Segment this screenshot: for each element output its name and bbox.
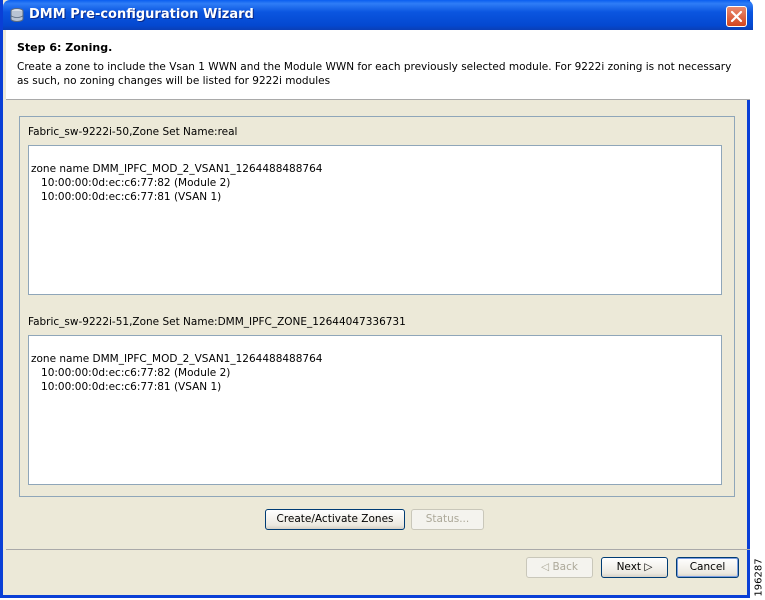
step-header: Step 6: Zoning. Create a zone to include… (6, 30, 750, 100)
fabric-label: Fabric_sw-9222i-51,Zone Set Name:DMM_IPF… (28, 316, 406, 328)
create-activate-zones-button[interactable]: Create/Activate Zones (265, 509, 405, 530)
zone-text-area[interactable]: zone name DMM_IPFC_MOD_2_VSAN1_126448848… (28, 335, 722, 485)
zone-text-area[interactable]: zone name DMM_IPFC_MOD_2_VSAN1_126448848… (28, 145, 722, 295)
next-button[interactable]: Next ▷ (601, 557, 668, 578)
wizard-window: DMM Pre-configuration Wizard Step 6: Zon… (0, 0, 753, 598)
zone-line: 10:00:00:0d:ec:c6:77:82 (Module 2) (31, 367, 231, 379)
title-bar[interactable]: DMM Pre-configuration Wizard (3, 0, 753, 30)
back-button[interactable]: ◁ Back (526, 557, 593, 578)
footer-divider (6, 549, 750, 550)
zone-line: 10:00:00:0d:ec:c6:77:81 (VSAN 1) (31, 381, 222, 393)
step-title: Step 6: Zoning. (17, 41, 113, 54)
figure-id-text: 196287 (753, 558, 765, 597)
zone-line: zone name DMM_IPFC_MOD_2_VSAN1_126448848… (31, 353, 323, 365)
figure-id: 196287 (752, 558, 765, 598)
zone-line: zone name DMM_IPFC_MOD_2_VSAN1_126448848… (31, 163, 323, 175)
window-title: DMM Pre-configuration Wizard (29, 7, 254, 22)
close-button[interactable] (726, 6, 747, 27)
status-button[interactable]: Status... (411, 509, 484, 530)
app-icon (10, 8, 24, 22)
close-icon (730, 10, 743, 23)
fabric-label: Fabric_sw-9222i-50,Zone Set Name:real (28, 126, 238, 138)
zone-line: 10:00:00:0d:ec:c6:77:81 (VSAN 1) (31, 191, 222, 203)
cancel-button[interactable]: Cancel (676, 557, 739, 578)
zone-line: 10:00:00:0d:ec:c6:77:82 (Module 2) (31, 177, 231, 189)
step-description: Create a zone to include the Vsan 1 WWN … (17, 61, 732, 87)
